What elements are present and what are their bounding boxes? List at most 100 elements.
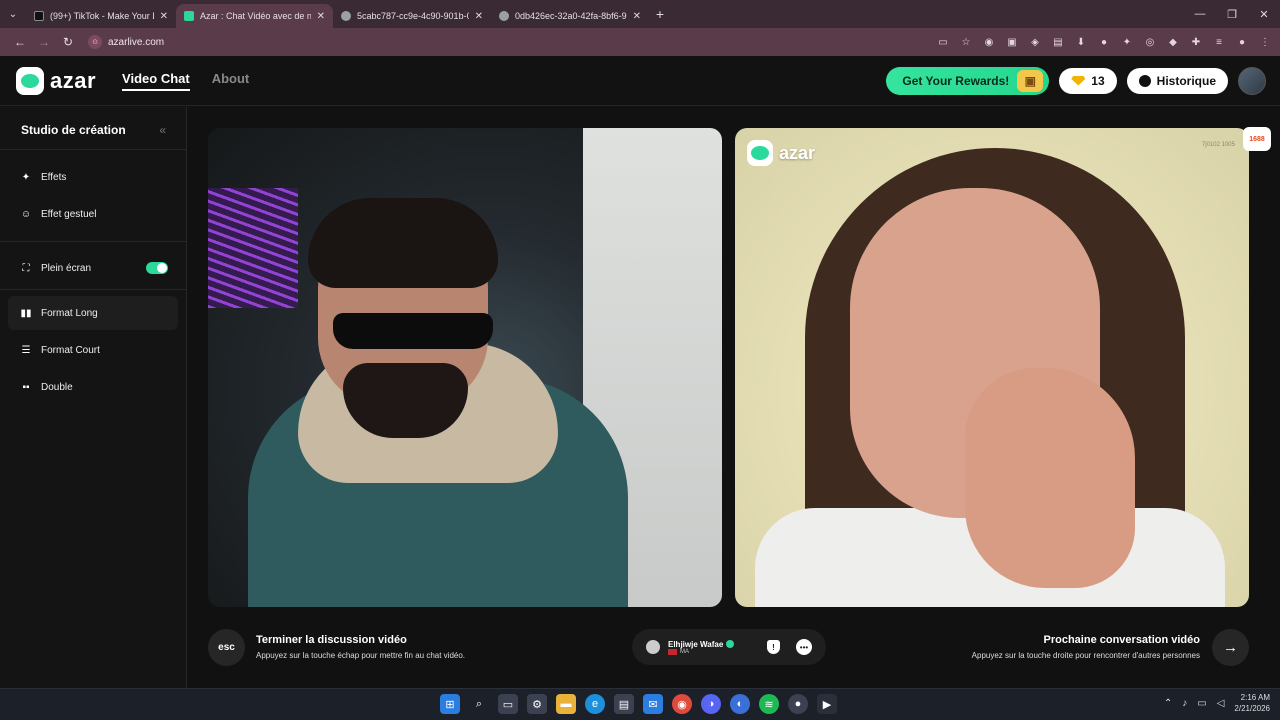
more-menu-icon[interactable]: ⋮ — [1258, 35, 1272, 49]
sidebar-title: Studio de création — [21, 123, 126, 137]
reload-icon[interactable]: ↻ — [56, 35, 80, 49]
nav-video-chat[interactable]: Video Chat — [122, 71, 190, 91]
chat-bubble-icon[interactable]: ••• — [796, 639, 812, 655]
close-icon[interactable]: ✕ — [475, 11, 483, 22]
tab-groups-icon[interactable]: ≡ — [1212, 35, 1226, 49]
tab-azar[interactable]: Azar : Chat Vidéo avec de n ✕ — [176, 4, 333, 28]
tab-label: Azar : Chat Vidéo avec de n — [200, 11, 311, 21]
profile-icon[interactable]: ● — [1235, 35, 1249, 49]
main-nav: Video Chat About — [122, 71, 249, 91]
history-button[interactable]: Historique — [1126, 67, 1228, 94]
next-chat-title: Prochaine conversation vidéo — [1043, 634, 1201, 646]
rewards-button[interactable]: Get Your Rewards! ▣ — [886, 66, 1050, 95]
task-view-icon[interactable]: ▭ — [498, 694, 518, 714]
extension-icon[interactable]: ✦ — [1120, 35, 1134, 49]
search-icon[interactable]: ⌕ — [469, 694, 489, 714]
windows-start-icon[interactable]: ⊞ — [440, 694, 460, 714]
creation-studio-sidebar: Studio de création « ✦ Effets ☺ Effet ge… — [0, 107, 187, 688]
peer-country: MA — [680, 648, 689, 655]
person-beard — [343, 363, 468, 438]
avatar[interactable] — [1238, 66, 1266, 95]
gems-button[interactable]: 13 — [1059, 67, 1117, 94]
nav-about[interactable]: About — [212, 71, 250, 91]
spotify-icon[interactable]: ≋ — [759, 694, 779, 714]
peer-info-bar: Elhjiwje Wafae MA ! ••• — [632, 629, 826, 665]
close-window-button[interactable]: ✕ — [1248, 8, 1280, 21]
extension-icon[interactable]: ◈ — [1028, 35, 1042, 49]
back-icon[interactable]: ← — [8, 35, 32, 49]
verified-icon — [726, 640, 735, 648]
esc-button[interactable]: esc — [208, 629, 245, 666]
tab-guid-1[interactable]: 5cabc787-cc9e-4c90-901b-0cb ✕ — [333, 4, 491, 28]
sidebar-item-format-long[interactable]: ▮▮ Format Long — [8, 296, 178, 330]
extension-icon[interactable]: ◆ — [1166, 35, 1180, 49]
extension-icon[interactable]: ◉ — [982, 35, 996, 49]
system-clock[interactable]: 2:16 AM 2/21/2026 — [1234, 692, 1270, 714]
site-info-icon[interactable]: ⊙ — [88, 35, 102, 49]
sidebar-item-effets[interactable]: ✦ Effets — [8, 160, 178, 194]
minimize-button[interactable]: — — [1184, 8, 1216, 21]
app-icon[interactable]: ◐ — [730, 694, 750, 714]
chevron-up-icon[interactable]: ⌃ — [1164, 698, 1172, 709]
close-icon[interactable]: ✕ — [633, 11, 641, 22]
logo-text: azar — [50, 67, 97, 93]
extension-icon[interactable]: ◎ — [1143, 35, 1157, 49]
gems-count: 13 — [1091, 73, 1105, 88]
mail-icon[interactable]: ✉ — [643, 694, 663, 714]
sidebar-item-effet-gestuel[interactable]: ☺ Effet gestuel — [8, 197, 178, 231]
download-icon[interactable]: ⬇ — [1074, 35, 1088, 49]
globe-icon — [341, 11, 351, 21]
layout-double-icon: ▪▪ — [22, 381, 30, 393]
chrome-icon[interactable]: ◉ — [672, 694, 692, 714]
azar-logo-icon — [747, 140, 773, 166]
discord-icon[interactable]: ◑ — [701, 694, 721, 714]
badge-label: 1688 — [1249, 135, 1265, 143]
close-icon[interactable]: ✕ — [317, 11, 325, 22]
badge-1688-icon[interactable]: 1688 — [1243, 127, 1271, 151]
rewards-label: Get Your Rewards! — [902, 73, 1010, 88]
tab-search-icon[interactable]: ⌄ — [0, 0, 26, 28]
url-text: azarlive.com — [108, 36, 165, 48]
puzzle-icon[interactable]: ✚ — [1189, 35, 1203, 49]
tiktok-icon — [34, 11, 44, 21]
close-icon[interactable]: ✕ — [160, 11, 168, 22]
volume-icon[interactable]: ◁ — [1217, 698, 1225, 709]
network-icon[interactable]: ▭ — [1197, 698, 1206, 709]
microphone-icon[interactable]: ♪ — [1182, 698, 1187, 709]
settings-gear-icon[interactable]: ⚙ — [527, 694, 547, 714]
sidebar-item-label: Format Court — [41, 344, 100, 356]
tab-tiktok[interactable]: (99+) TikTok - Make Your Day ✕ — [26, 4, 176, 28]
divider — [0, 241, 187, 242]
report-shield-icon[interactable]: ! — [767, 640, 780, 654]
fullscreen-toggle[interactable] — [146, 262, 168, 274]
restore-button[interactable]: ❐ — [1216, 8, 1248, 21]
address-bar: ← → ↻ ⊙ azarlive.com ▭ ☆ ◉ ▣ ◈ ▤ ⬇ ● ✦ ◎… — [0, 28, 1280, 56]
edge-icon[interactable]: e — [585, 694, 605, 714]
folder-icon[interactable]: ▬ — [556, 694, 576, 714]
sidebar-item-double[interactable]: ▪▪ Double — [8, 370, 178, 404]
forward-icon[interactable]: → — [32, 35, 56, 49]
store-icon[interactable]: ▤ — [614, 694, 634, 714]
person-hair — [308, 198, 498, 288]
github-icon[interactable]: ● — [788, 694, 808, 714]
tab-guid-2[interactable]: 0db426ec-32a0-42fa-8bf6-9d3 ✕ — [491, 4, 649, 28]
sidebar-item-format-court[interactable]: ☰ Format Court — [8, 333, 178, 367]
url-field[interactable]: ⊙ azarlive.com — [88, 32, 164, 52]
smile-icon: ☺ — [20, 208, 32, 220]
sunglasses — [333, 313, 493, 349]
new-tab-button[interactable]: + — [649, 6, 671, 22]
next-arrow-button[interactable]: → — [1212, 629, 1249, 666]
neon-light — [208, 188, 298, 308]
extension-icon[interactable]: ● — [1097, 35, 1111, 49]
cast-icon[interactable]: ▭ — [936, 35, 950, 49]
divider — [0, 289, 187, 290]
extension-icon[interactable]: ▣ — [1005, 35, 1019, 49]
collapse-icon[interactable]: « — [159, 123, 166, 137]
play-icon[interactable]: ▶ — [817, 694, 837, 714]
remote-video: azar 7j0102 1005 — [735, 128, 1249, 607]
bookmark-star-icon[interactable]: ☆ — [959, 35, 973, 49]
watermark-text: azar — [779, 142, 816, 163]
person-hand — [965, 368, 1135, 588]
azar-logo[interactable]: azar — [16, 66, 97, 95]
extension-icon[interactable]: ▤ — [1051, 35, 1065, 49]
